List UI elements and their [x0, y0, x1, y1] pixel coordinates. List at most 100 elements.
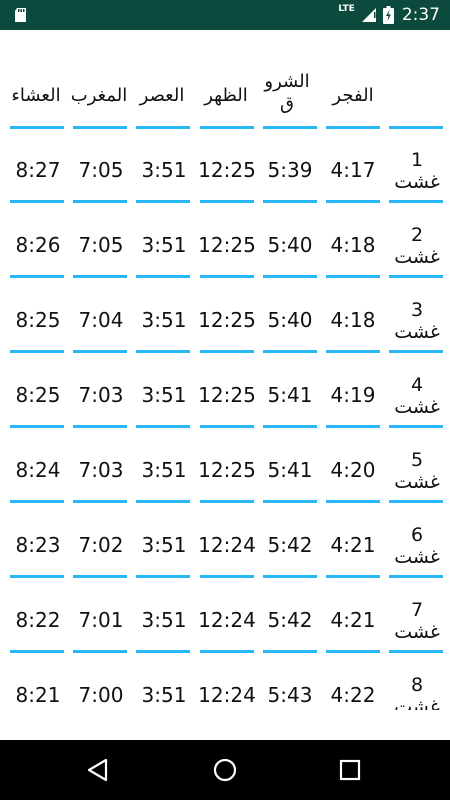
month-name: غشت — [394, 471, 440, 493]
back-icon[interactable] — [83, 754, 115, 786]
asr-time: 3:51 — [141, 608, 187, 632]
battery-charging-icon — [382, 6, 394, 24]
cell-divider — [10, 500, 64, 503]
month-name: غشت — [394, 696, 440, 710]
dhuhr-time: 12:24 — [198, 683, 256, 707]
cell-divider — [136, 275, 190, 278]
sunrise-time: 5:41 — [267, 383, 313, 407]
navigation-bar — [0, 740, 450, 800]
maghrib-time: 7:05 — [78, 233, 124, 257]
dhuhr-time: 12:24 — [198, 608, 256, 632]
header-divider — [389, 126, 443, 129]
asr-time: 3:51 — [141, 458, 187, 482]
cell-divider — [389, 500, 443, 503]
fajr-time: 4:21 — [330, 608, 376, 632]
month-name: غشت — [394, 396, 440, 418]
cell-divider — [10, 275, 64, 278]
cell-divider — [326, 425, 380, 428]
cell-divider — [200, 425, 254, 428]
asr-time: 3:51 — [141, 158, 187, 182]
asr-time: 3:51 — [141, 683, 187, 707]
cell-divider — [136, 500, 190, 503]
month-name: غشت — [394, 546, 440, 568]
sunrise-time: 5:39 — [267, 158, 313, 182]
cell-divider — [200, 350, 254, 353]
cell-divider — [326, 200, 380, 203]
dhuhr-time: 12:25 — [198, 383, 256, 407]
header-sunrise: الشروق — [264, 71, 310, 114]
cell-divider — [136, 575, 190, 578]
cell-divider — [263, 425, 317, 428]
fajr-time: 4:18 — [330, 308, 376, 332]
header-maghrib: المغرب — [70, 85, 128, 106]
cell-divider — [10, 575, 64, 578]
cell-divider — [389, 275, 443, 278]
date-cell: 3 غشت — [389, 299, 445, 343]
maghrib-time: 7:03 — [78, 458, 124, 482]
header-divider — [200, 126, 254, 129]
cell-divider — [136, 350, 190, 353]
cell-divider — [389, 650, 443, 653]
day-number: 4 — [410, 374, 424, 396]
cell-divider — [73, 575, 127, 578]
cell-divider — [326, 350, 380, 353]
prayer-times-table: العشاء المغرب العصر الظهر الشروق الفجر 8… — [0, 30, 450, 710]
isha-time: 8:26 — [15, 233, 61, 257]
fajr-time: 4:21 — [330, 533, 376, 557]
cell-divider — [389, 200, 443, 203]
fajr-time: 4:19 — [330, 383, 376, 407]
asr-time: 3:51 — [141, 383, 187, 407]
header-divider — [263, 126, 317, 129]
cell-divider — [73, 350, 127, 353]
asr-time: 3:51 — [141, 533, 187, 557]
day-number: 2 — [410, 224, 424, 246]
date-cell: 2 غشت — [389, 224, 445, 268]
day-number: 3 — [410, 299, 424, 321]
recents-icon[interactable] — [334, 754, 366, 786]
isha-time: 8:25 — [15, 383, 61, 407]
month-name: غشت — [394, 171, 440, 193]
dhuhr-time: 12:25 — [198, 458, 256, 482]
cell-divider — [263, 350, 317, 353]
cell-divider — [10, 350, 64, 353]
clock: 2:37 — [401, 5, 440, 25]
isha-time: 8:24 — [15, 458, 61, 482]
date-cell: 5 غشت — [389, 449, 445, 493]
cell-divider — [73, 650, 127, 653]
cell-divider — [263, 650, 317, 653]
cell-divider — [73, 425, 127, 428]
sunrise-time: 5:43 — [267, 683, 313, 707]
date-cell: 8 غشت — [389, 674, 445, 710]
sunrise-time: 5:42 — [267, 533, 313, 557]
day-number: 8 — [410, 674, 424, 696]
isha-time: 8:21 — [15, 683, 61, 707]
fajr-time: 4:20 — [330, 458, 376, 482]
home-icon[interactable] — [209, 754, 241, 786]
signal-icon — [361, 8, 376, 22]
sd-card-icon — [15, 8, 26, 22]
month-name: غشت — [394, 621, 440, 643]
isha-time: 8:22 — [15, 608, 61, 632]
cell-divider — [326, 650, 380, 653]
day-number: 6 — [410, 524, 424, 546]
cell-divider — [263, 500, 317, 503]
cell-divider — [389, 350, 443, 353]
fajr-time: 4:22 — [330, 683, 376, 707]
cell-divider — [389, 425, 443, 428]
cell-divider — [73, 500, 127, 503]
isha-time: 8:27 — [15, 158, 61, 182]
cell-divider — [200, 200, 254, 203]
cell-divider — [10, 200, 64, 203]
cell-divider — [200, 275, 254, 278]
fajr-time: 4:18 — [330, 233, 376, 257]
header-asr: العصر — [139, 85, 185, 106]
sunrise-time: 5:40 — [267, 233, 313, 257]
maghrib-time: 7:01 — [78, 608, 124, 632]
dhuhr-time: 12:25 — [198, 158, 256, 182]
cell-divider — [136, 200, 190, 203]
cell-divider — [200, 575, 254, 578]
date-cell: 4 غشت — [389, 374, 445, 418]
day-number: 5 — [410, 449, 424, 471]
maghrib-time: 7:03 — [78, 383, 124, 407]
day-number: 7 — [410, 599, 424, 621]
